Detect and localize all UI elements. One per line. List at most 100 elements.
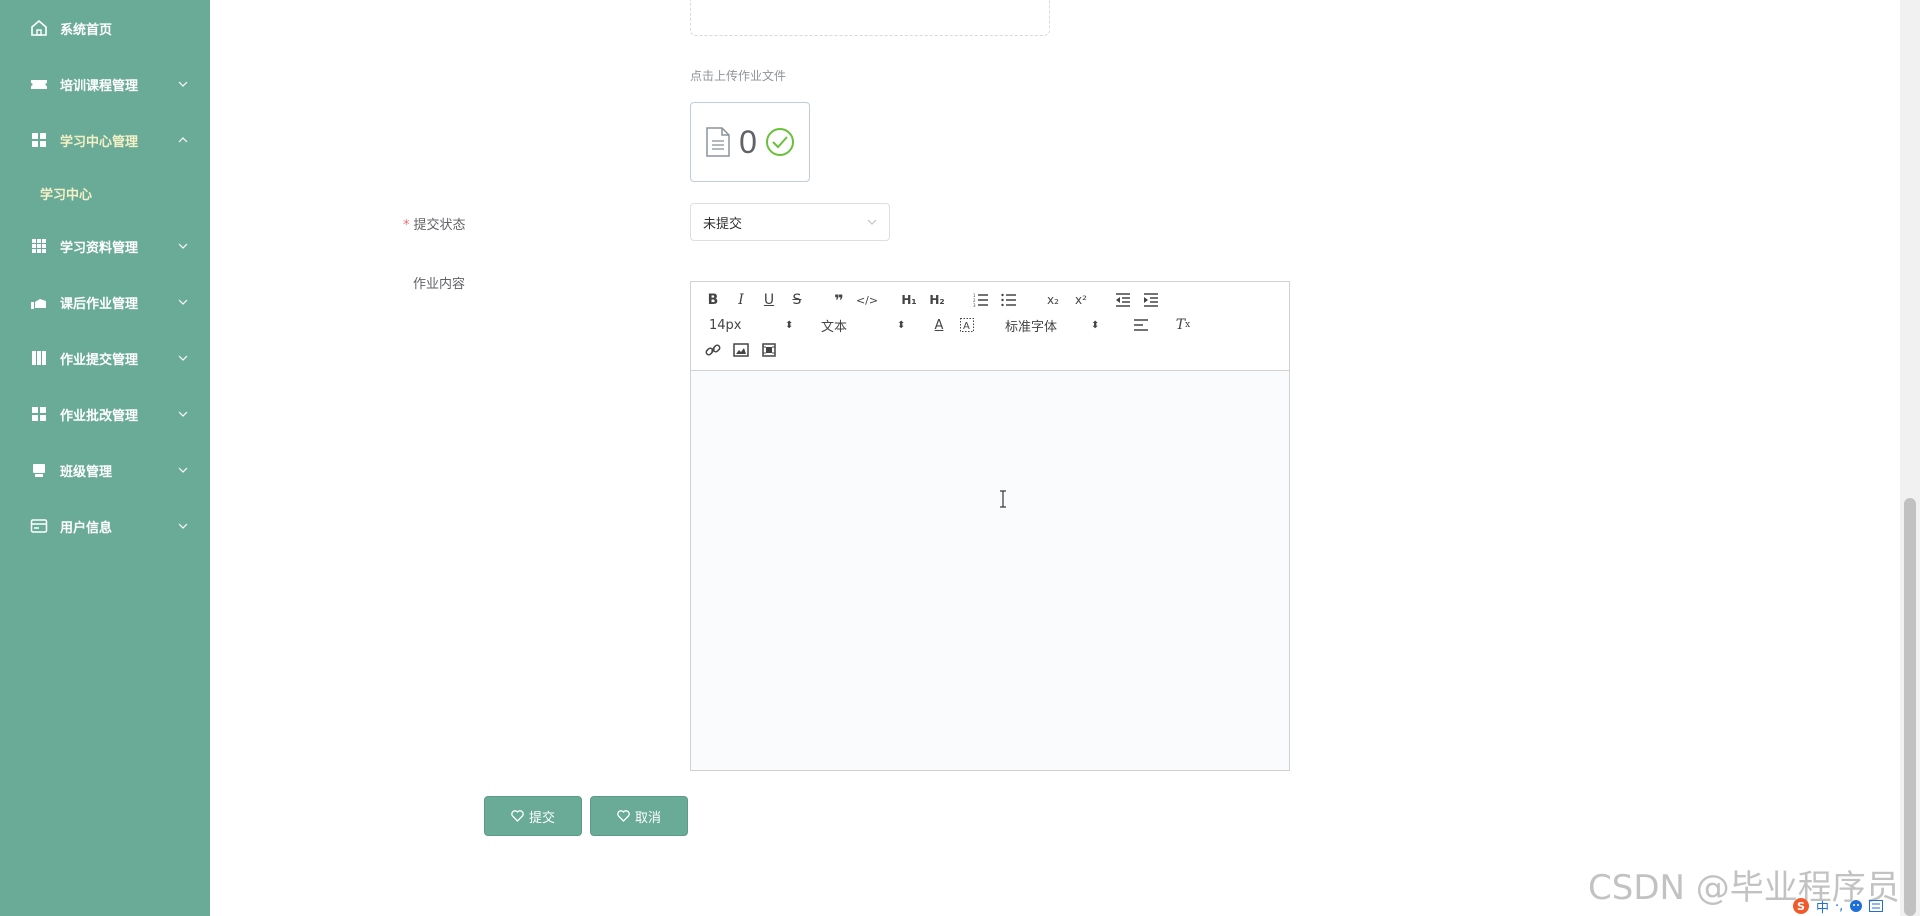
header-picker-value: 文本 (821, 319, 848, 335)
sidebar-item-courses[interactable]: 培训课程管理 (0, 64, 210, 104)
chevron-up-icon (178, 137, 188, 143)
grid-icon (30, 405, 48, 423)
columns-icon (30, 349, 48, 367)
underline-icon[interactable]: U (759, 290, 779, 310)
monitor-icon (30, 461, 48, 479)
image-icon[interactable] (731, 340, 751, 360)
chevron-down-icon (178, 81, 188, 87)
chevron-down-icon (867, 219, 877, 225)
sidebar-item-label: 学习中心管理 (60, 134, 139, 150)
sidebar-item-submissions[interactable]: 作业提交管理 (0, 338, 210, 378)
indent-icon[interactable] (1141, 290, 1161, 310)
cancel-button-label: 取消 (634, 810, 661, 826)
sidebar-item-homework[interactable]: 课后作业管理 (0, 282, 210, 322)
svg-text:3: 3 (973, 303, 976, 307)
sidebar-item-grading[interactable]: 作业批改管理 (0, 394, 210, 434)
sidebar-menu: 系统首页 培训课程管理 学习中心管理 学习中心 学习资料管理 课后作业管理 作业… (0, 0, 210, 916)
uploaded-file-card[interactable]: 0 (690, 102, 810, 182)
submit-button-label: 提交 (528, 810, 555, 826)
status-label-text: 提交状态 (413, 218, 466, 233)
status-select[interactable]: 未提交 (690, 203, 890, 241)
header-picker[interactable]: 文本 ⬍ (821, 315, 907, 335)
table-icon (30, 237, 48, 255)
subscript-icon[interactable]: x₂ (1043, 290, 1063, 310)
strike-icon[interactable]: S (787, 290, 807, 310)
system-tray: S 中 ·, (1792, 896, 1920, 916)
sidebar-item-label: 系统首页 (60, 22, 113, 38)
link-icon[interactable] (703, 340, 723, 360)
chevron-down-icon (178, 243, 188, 249)
background-color-icon[interactable]: A (957, 315, 977, 335)
main-content: 点击上传作业文件 0 *提交状态 未提交 作业内容 B I U S ❞ </> (210, 0, 1900, 916)
submit-button[interactable]: 提交 (484, 796, 582, 836)
heart-icon (511, 810, 524, 822)
sidebar-item-label: 作业批改管理 (60, 408, 139, 424)
svg-text:S: S (1797, 900, 1805, 913)
success-check-icon (765, 128, 794, 156)
sidebar-item-label: 学习资料管理 (60, 240, 139, 256)
ime-mode[interactable]: 中 (1816, 897, 1829, 916)
text-cursor-icon (1000, 490, 1006, 508)
sidebar-item-label: 课后作业管理 (60, 296, 139, 312)
chevron-down-icon (178, 411, 188, 417)
keyboard-icon[interactable] (1869, 900, 1884, 912)
chevron-down-icon (178, 467, 188, 473)
document-icon (706, 127, 730, 157)
updown-icon: ⬍ (1091, 319, 1100, 331)
sidebar-subitem-label: 学习中心 (40, 187, 93, 203)
required-asterisk: * (403, 218, 410, 233)
status-select-value: 未提交 (703, 216, 743, 232)
code-block-icon[interactable]: </> (856, 290, 878, 310)
upload-hint: 点击上传作业文件 (690, 69, 787, 83)
superscript-icon[interactable]: x² (1071, 290, 1091, 310)
sidebar-item-label: 作业提交管理 (60, 352, 139, 368)
bullet-list-icon[interactable] (999, 290, 1019, 310)
sogou-ime-icon[interactable]: S (1792, 897, 1810, 915)
italic-icon[interactable]: I (731, 290, 751, 310)
sidebar-item-user-info[interactable]: 用户信息 (0, 506, 210, 546)
sidebar-item-label: 用户信息 (60, 520, 113, 536)
clear-format-icon[interactable]: Tx (1173, 315, 1193, 335)
font-size-picker-value: 14px (709, 317, 742, 333)
grid-icon (30, 131, 48, 149)
upload-dropzone[interactable] (690, 0, 1050, 36)
sidebar-item-study-center-mgmt[interactable]: 学习中心管理 (0, 120, 210, 160)
sidebar-item-materials[interactable]: 学习资料管理 (0, 226, 210, 266)
text-color-icon[interactable]: A (929, 315, 949, 335)
updown-icon: ⬍ (785, 319, 794, 331)
editor-toolbar: B I U S ❞ </> H₁ H₂ 123 x₂ x² 14px ⬍ 文本 … (691, 282, 1289, 371)
svg-text:A: A (963, 321, 970, 332)
chevron-down-icon (178, 299, 188, 305)
rich-text-editor: B I U S ❞ </> H₁ H₂ 123 x₂ x² 14px ⬍ 文本 … (690, 281, 1290, 771)
font-size-picker[interactable]: 14px ⬍ (709, 315, 795, 335)
home-icon (30, 19, 48, 37)
ordered-list-icon[interactable]: 123 (971, 290, 991, 310)
hand-icon (30, 293, 48, 311)
file-count: 0 (739, 123, 757, 160)
sidebar-subitem-study-center[interactable]: 学习中心 (0, 173, 210, 213)
bold-icon[interactable]: B (703, 290, 723, 310)
outdent-icon[interactable] (1113, 290, 1133, 310)
chevron-down-icon (178, 523, 188, 529)
editor-content-area[interactable] (691, 372, 1289, 770)
font-family-picker-value: 标准字体 (1005, 319, 1058, 335)
video-icon[interactable] (759, 340, 779, 360)
punctuation-icon[interactable]: ·, (1835, 899, 1843, 914)
card-icon (30, 517, 48, 535)
header-2-icon[interactable]: H₂ (927, 290, 947, 310)
align-icon[interactable] (1131, 315, 1151, 335)
status-label: * 提交状态 (403, 214, 466, 233)
header-1-icon[interactable]: H₁ (899, 290, 919, 310)
sidebar-item-label: 培训课程管理 (60, 78, 139, 94)
font-family-picker[interactable]: 标准字体 ⬍ (1005, 315, 1101, 335)
emoji-icon[interactable] (1849, 899, 1863, 913)
sidebar-item-home[interactable]: 系统首页 (0, 8, 210, 48)
blockquote-icon[interactable]: ❞ (829, 290, 849, 310)
ticket-icon (30, 75, 48, 93)
page-scrollbar[interactable] (1900, 0, 1920, 916)
cancel-button[interactable]: 取消 (590, 796, 688, 836)
sidebar-item-classes[interactable]: 班级管理 (0, 450, 210, 490)
scrollbar-thumb[interactable] (1904, 498, 1916, 916)
updown-icon: ⬍ (897, 319, 906, 331)
content-label: 作业内容 (413, 277, 466, 292)
